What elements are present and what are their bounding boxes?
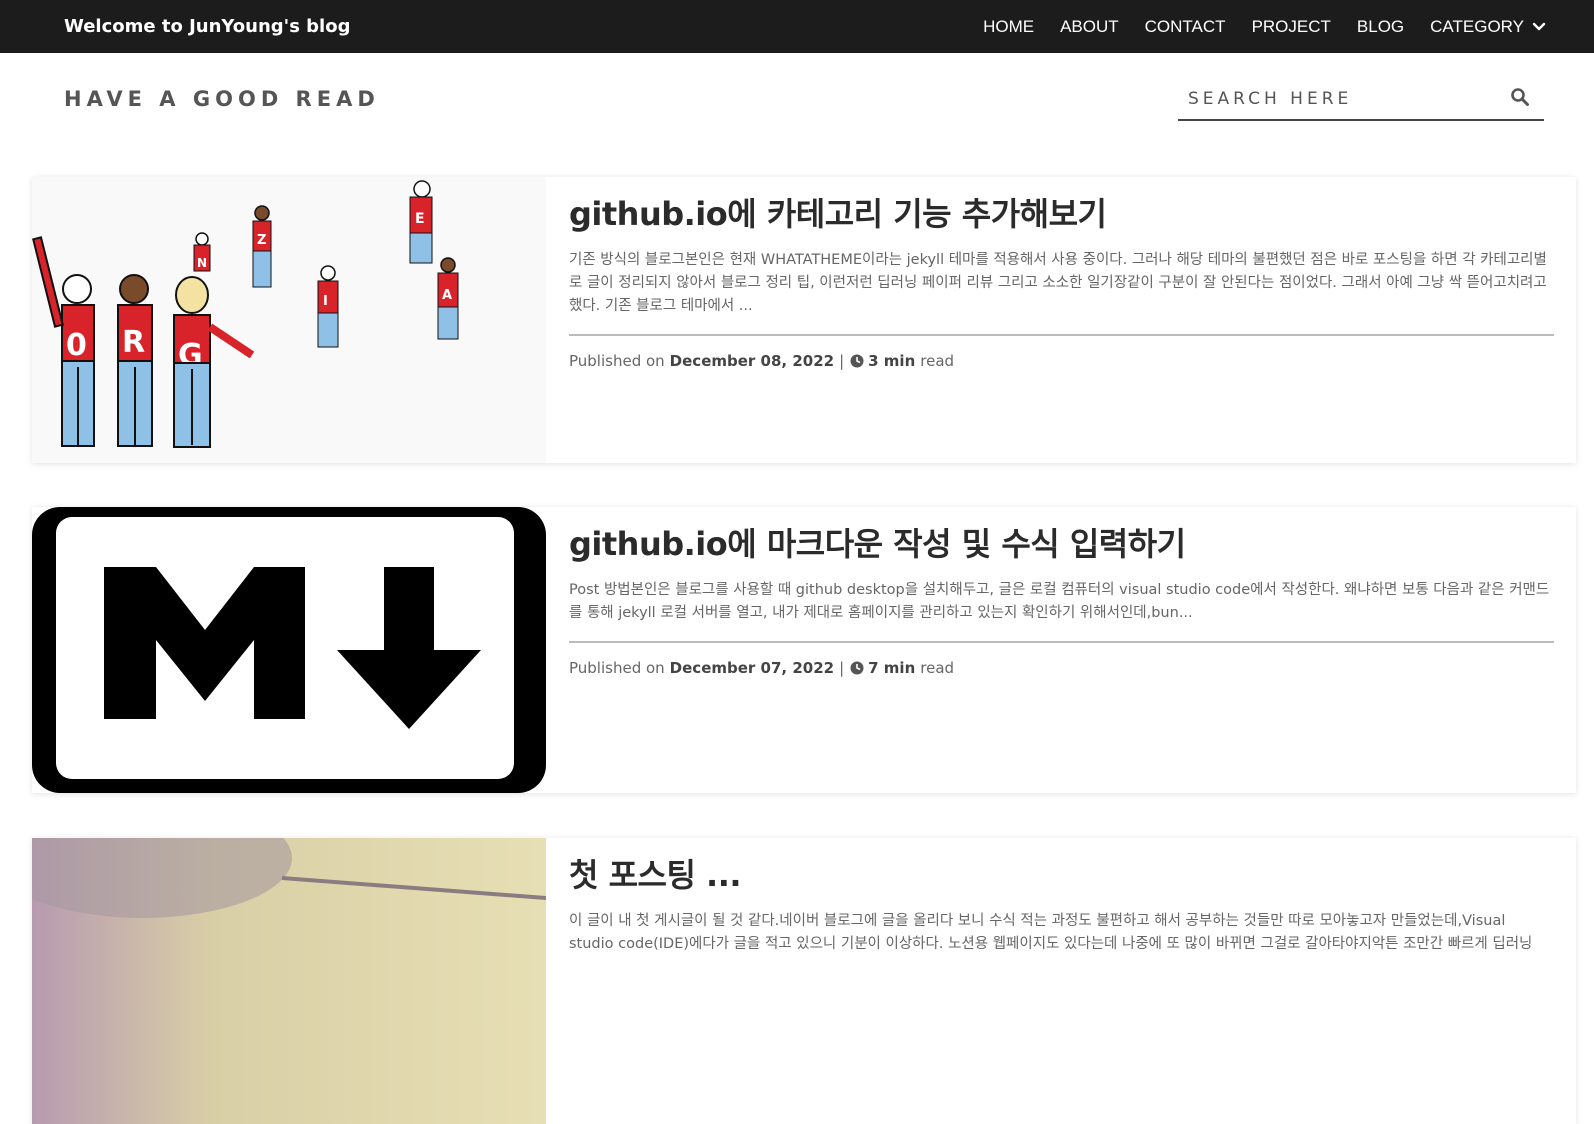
post-date: December 08, 2022 (669, 352, 835, 370)
post-meta: Published on December 07, 2022 | 7 min r… (569, 659, 1554, 677)
post-excerpt: 기존 방식의 블로그본인은 현재 WHATATHEME이라는 jekyll 테마… (569, 252, 1547, 314)
nav-blog-label: BLOG (1356, 16, 1405, 36)
org-people-illustration: 0 R G N Z I E A (32, 177, 546, 463)
nav-contact[interactable]: CONTACT (1145, 17, 1226, 37)
post-meta: Published on December 08, 2022 | 3 min r… (569, 352, 1554, 370)
post-body: 첫 포스팅 ... 이 글이 내 첫 게시글이 될 것 같다.네이버 블로그에 … (569, 838, 1554, 956)
chevron-down-icon (1532, 22, 1546, 30)
read-time: 7 min (868, 659, 916, 677)
subheader: HAVE A GOOD READ (0, 53, 1594, 153)
markdown-logo (32, 507, 546, 793)
clock-icon (850, 661, 864, 675)
post-body: github.io에 카테고리 기능 추가해보기 기존 방식의 블로그본인은 현… (569, 177, 1554, 370)
post-thumbnail-org-people[interactable]: 0 R G N Z I E A (32, 177, 546, 463)
nav-home[interactable]: HOME (983, 17, 1034, 37)
post-body: github.io에 마크다운 작성 및 수식 입력하기 Post 방법본인은 … (569, 507, 1554, 677)
post-card[interactable]: github.io에 마크다운 작성 및 수식 입력하기 Post 방법본인은 … (32, 507, 1576, 793)
tagline: HAVE A GOOD READ (64, 87, 380, 111)
post-divider (569, 641, 1554, 643)
nav-blog[interactable]: BLOG (1357, 17, 1404, 37)
main-nav: HOME ABOUT CONTACT PROJECT BLOG CATEGORY (983, 17, 1546, 37)
post-date: December 07, 2022 (669, 659, 835, 677)
post-title[interactable]: github.io에 카테고리 기능 추가해보기 (569, 189, 1554, 235)
post-excerpt: Post 방법본인은 블로그를 사용할 때 github desktop을 설치… (569, 582, 1550, 621)
svg-text:I: I (323, 294, 328, 309)
clock-icon (850, 354, 864, 368)
search-box (1178, 75, 1544, 121)
read-time: 3 min (868, 352, 916, 370)
svg-text:0: 0 (66, 328, 87, 363)
svg-text:E: E (415, 211, 425, 227)
nav-home-label: HOME (983, 16, 1035, 36)
nav-contact-label: CONTACT (1144, 16, 1226, 36)
nav-project-label: PROJECT (1251, 16, 1331, 36)
published-label: Published on (569, 352, 665, 370)
svg-text:N: N (197, 256, 207, 270)
search-icon[interactable] (1510, 87, 1530, 107)
read-label: read (920, 659, 955, 677)
post-title[interactable]: 첫 포스팅 ... (569, 850, 1554, 896)
search-input[interactable] (1188, 85, 1488, 113)
read-label: read (920, 352, 955, 370)
nav-about[interactable]: ABOUT (1060, 17, 1119, 37)
post-divider (569, 334, 1554, 336)
post-excerpt: 이 글이 내 첫 게시글이 될 것 같다.네이버 블로그에 글을 올리다 보니 … (569, 913, 1533, 952)
svg-text:A: A (442, 288, 452, 303)
post-card[interactable]: 첫 포스팅 ... 이 글이 내 첫 게시글이 될 것 같다.네이버 블로그에 … (32, 838, 1576, 1124)
post-thumbnail-markdown[interactable] (32, 507, 546, 793)
post-thumbnail-photo[interactable] (32, 838, 546, 1124)
nav-project[interactable]: PROJECT (1252, 17, 1331, 37)
meta-separator: | (839, 659, 845, 677)
svg-text:R: R (122, 325, 145, 360)
meta-separator: | (839, 352, 845, 370)
site-title[interactable]: Welcome to JunYoung's blog (64, 16, 350, 37)
nav-category-label: CATEGORY (1430, 16, 1524, 36)
photo-thumbnail (32, 838, 546, 1124)
post-title[interactable]: github.io에 마크다운 작성 및 수식 입력하기 (569, 519, 1554, 565)
post-card[interactable]: 0 R G N Z I E A github.io에 카테고리 기능 추가해보기… (32, 177, 1576, 463)
svg-text:Z: Z (257, 233, 266, 248)
published-label: Published on (569, 659, 665, 677)
nav-about-label: ABOUT (1060, 16, 1119, 36)
nav-category-dropdown[interactable]: CATEGORY (1430, 17, 1546, 37)
top-navbar: Welcome to JunYoung's blog HOME ABOUT CO… (0, 0, 1594, 53)
